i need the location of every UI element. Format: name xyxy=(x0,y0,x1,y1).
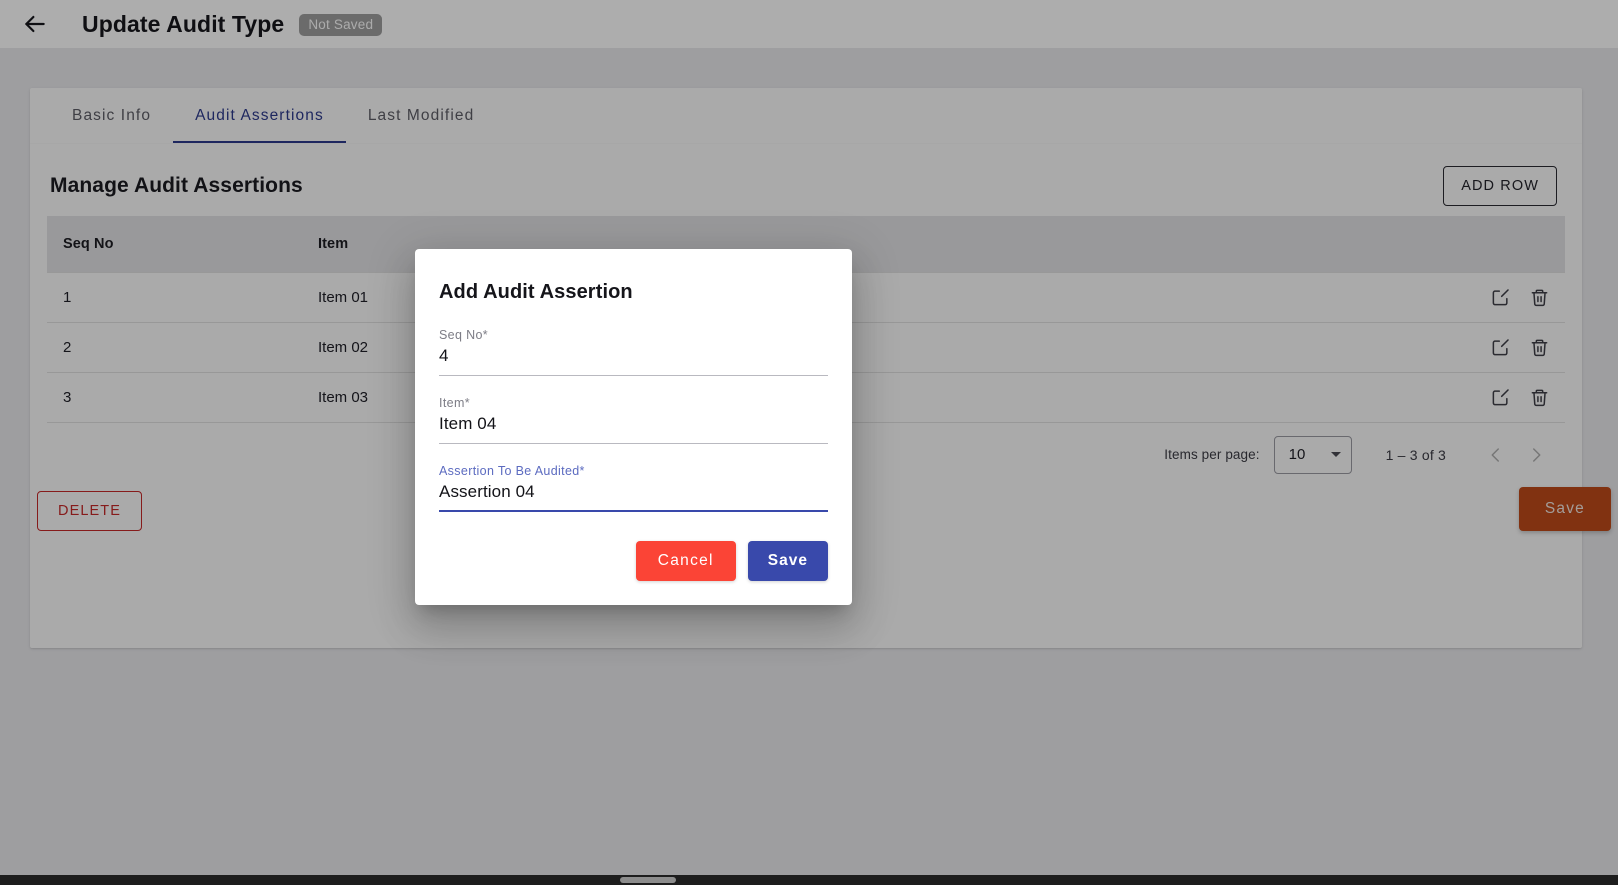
dialog-actions: Cancel Save xyxy=(439,535,828,581)
field-assertion-to-be-audited: Assertion To Be Audited* xyxy=(439,454,828,512)
seq-no-input[interactable] xyxy=(439,346,828,376)
app-root: Update Audit Type Not Saved Basic Info A… xyxy=(0,0,1618,885)
horizontal-scrollbar[interactable] xyxy=(0,875,1618,885)
field-item: Item* xyxy=(439,386,828,444)
item-input[interactable] xyxy=(439,414,828,444)
field-label-assertion: Assertion To Be Audited* xyxy=(439,464,585,478)
dialog-save-button[interactable]: Save xyxy=(747,541,828,581)
dialog-content: Seq No* Item* Assertion To Be Audited* xyxy=(439,318,828,535)
field-label-item: Item* xyxy=(439,396,470,410)
assertion-input[interactable] xyxy=(439,482,828,512)
scrollbar-thumb[interactable] xyxy=(620,877,676,883)
add-audit-assertion-dialog: Add Audit Assertion Seq No* Item* Assert… xyxy=(415,249,852,605)
dialog-title: Add Audit Assertion xyxy=(439,281,633,303)
field-label-seq-no: Seq No* xyxy=(439,328,489,342)
field-seq-no: Seq No* xyxy=(439,318,828,376)
cancel-button[interactable]: Cancel xyxy=(635,541,736,581)
